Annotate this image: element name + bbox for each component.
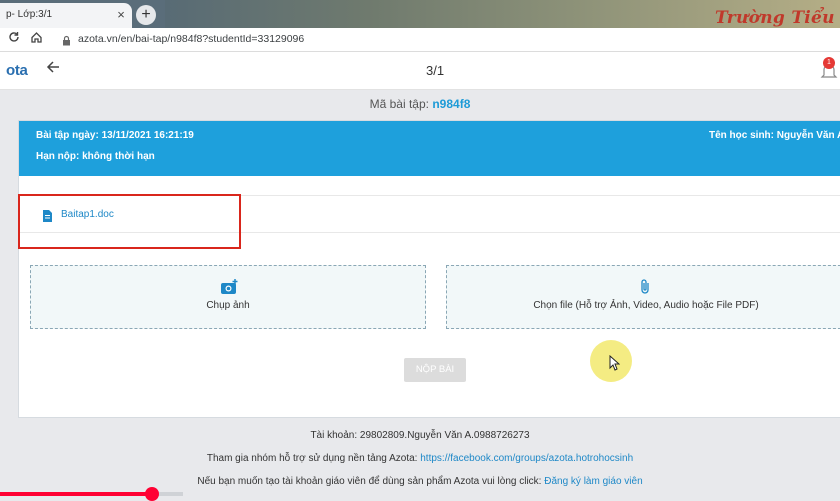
assignment-deadline: Hạn nộp: không thời hạn [36,151,155,162]
mouse-cursor-icon [609,354,621,376]
assignment-date: Bài tập ngày: 13/11/2021 16:21:19 [36,130,194,141]
reload-icon[interactable] [6,31,22,47]
teacher-signup-link[interactable]: Đăng ký làm giáo viên [544,476,642,487]
exercise-code-label: Mã bài tập: [369,97,429,111]
paperclip-icon [639,279,651,300]
tab-title: p- Lớp:3/1 [6,9,53,20]
take-photo-button[interactable]: Chụp ảnh [30,265,426,329]
teacher-signup-line: Nếu bạn muốn tạo tài khoản giáo viên để … [0,476,840,487]
video-progress-fill [0,492,152,496]
background-banner: Trường Tiểu học An Nhơ [165,0,840,28]
video-progress-handle[interactable] [144,487,159,501]
lock-icon[interactable] [62,33,71,51]
assignment-header: Bài tập ngày: 13/11/2021 16:21:19 Hạn nộ… [19,121,840,176]
close-tab-icon[interactable]: × [114,6,128,24]
notification-badge: 1 [823,57,835,69]
exercise-code: Mã bài tập: n984f8 [0,97,840,111]
student-name: Tên học sinh: Nguyễn Văn A [709,130,840,141]
browser-tab[interactable]: p- Lớp:3/1 × [0,3,132,28]
choose-file-label: Chọn file (Hỗ trợ Ảnh, Video, Audio hoặc… [533,300,759,311]
address-bar: azota.vn/en/bai-tap/n984f8?studentId=331… [0,28,840,52]
background-banner-text: Trường Tiểu học An Nhơ [715,8,840,28]
app-header: ota 3/1 [0,52,840,90]
support-group-text: Tham gia nhóm hỗ trợ sử dụng nền tảng Az… [206,453,418,464]
account-info: Tài khoản: 29802809.Nguyễn Văn A.0988726… [310,430,530,441]
azota-logo[interactable]: ota [6,62,28,79]
assignment-card: Bài tập ngày: 13/11/2021 16:21:19 Hạn nộ… [18,120,840,418]
back-arrow-icon[interactable] [46,60,60,79]
url-text[interactable]: azota.vn/en/bai-tap/n984f8?studentId=331… [78,33,304,45]
submit-button[interactable]: NỘP BÀI [404,358,466,382]
page-title: 3/1 [426,63,445,78]
take-photo-label: Chụp ảnh [206,300,250,311]
choose-file-button[interactable]: Chọn file (Hỗ trợ Ảnh, Video, Audio hoặc… [446,265,840,329]
highlight-box [18,194,241,249]
home-icon[interactable] [28,31,44,47]
support-group-link[interactable]: https://facebook.com/groups/azota.hotroh… [420,453,633,464]
teacher-signup-text: Nếu bạn muốn tạo tài khoản giáo viên để … [197,476,542,487]
support-group-line: Tham gia nhóm hỗ trợ sử dụng nền tảng Az… [0,453,840,464]
browser-tab-strip: Trường Tiểu học An Nhơ p- Lớp:3/1 × + [0,0,840,28]
new-tab-button[interactable]: + [136,5,156,25]
exercise-code-value: n984f8 [432,97,471,111]
camera-icon [220,279,238,300]
